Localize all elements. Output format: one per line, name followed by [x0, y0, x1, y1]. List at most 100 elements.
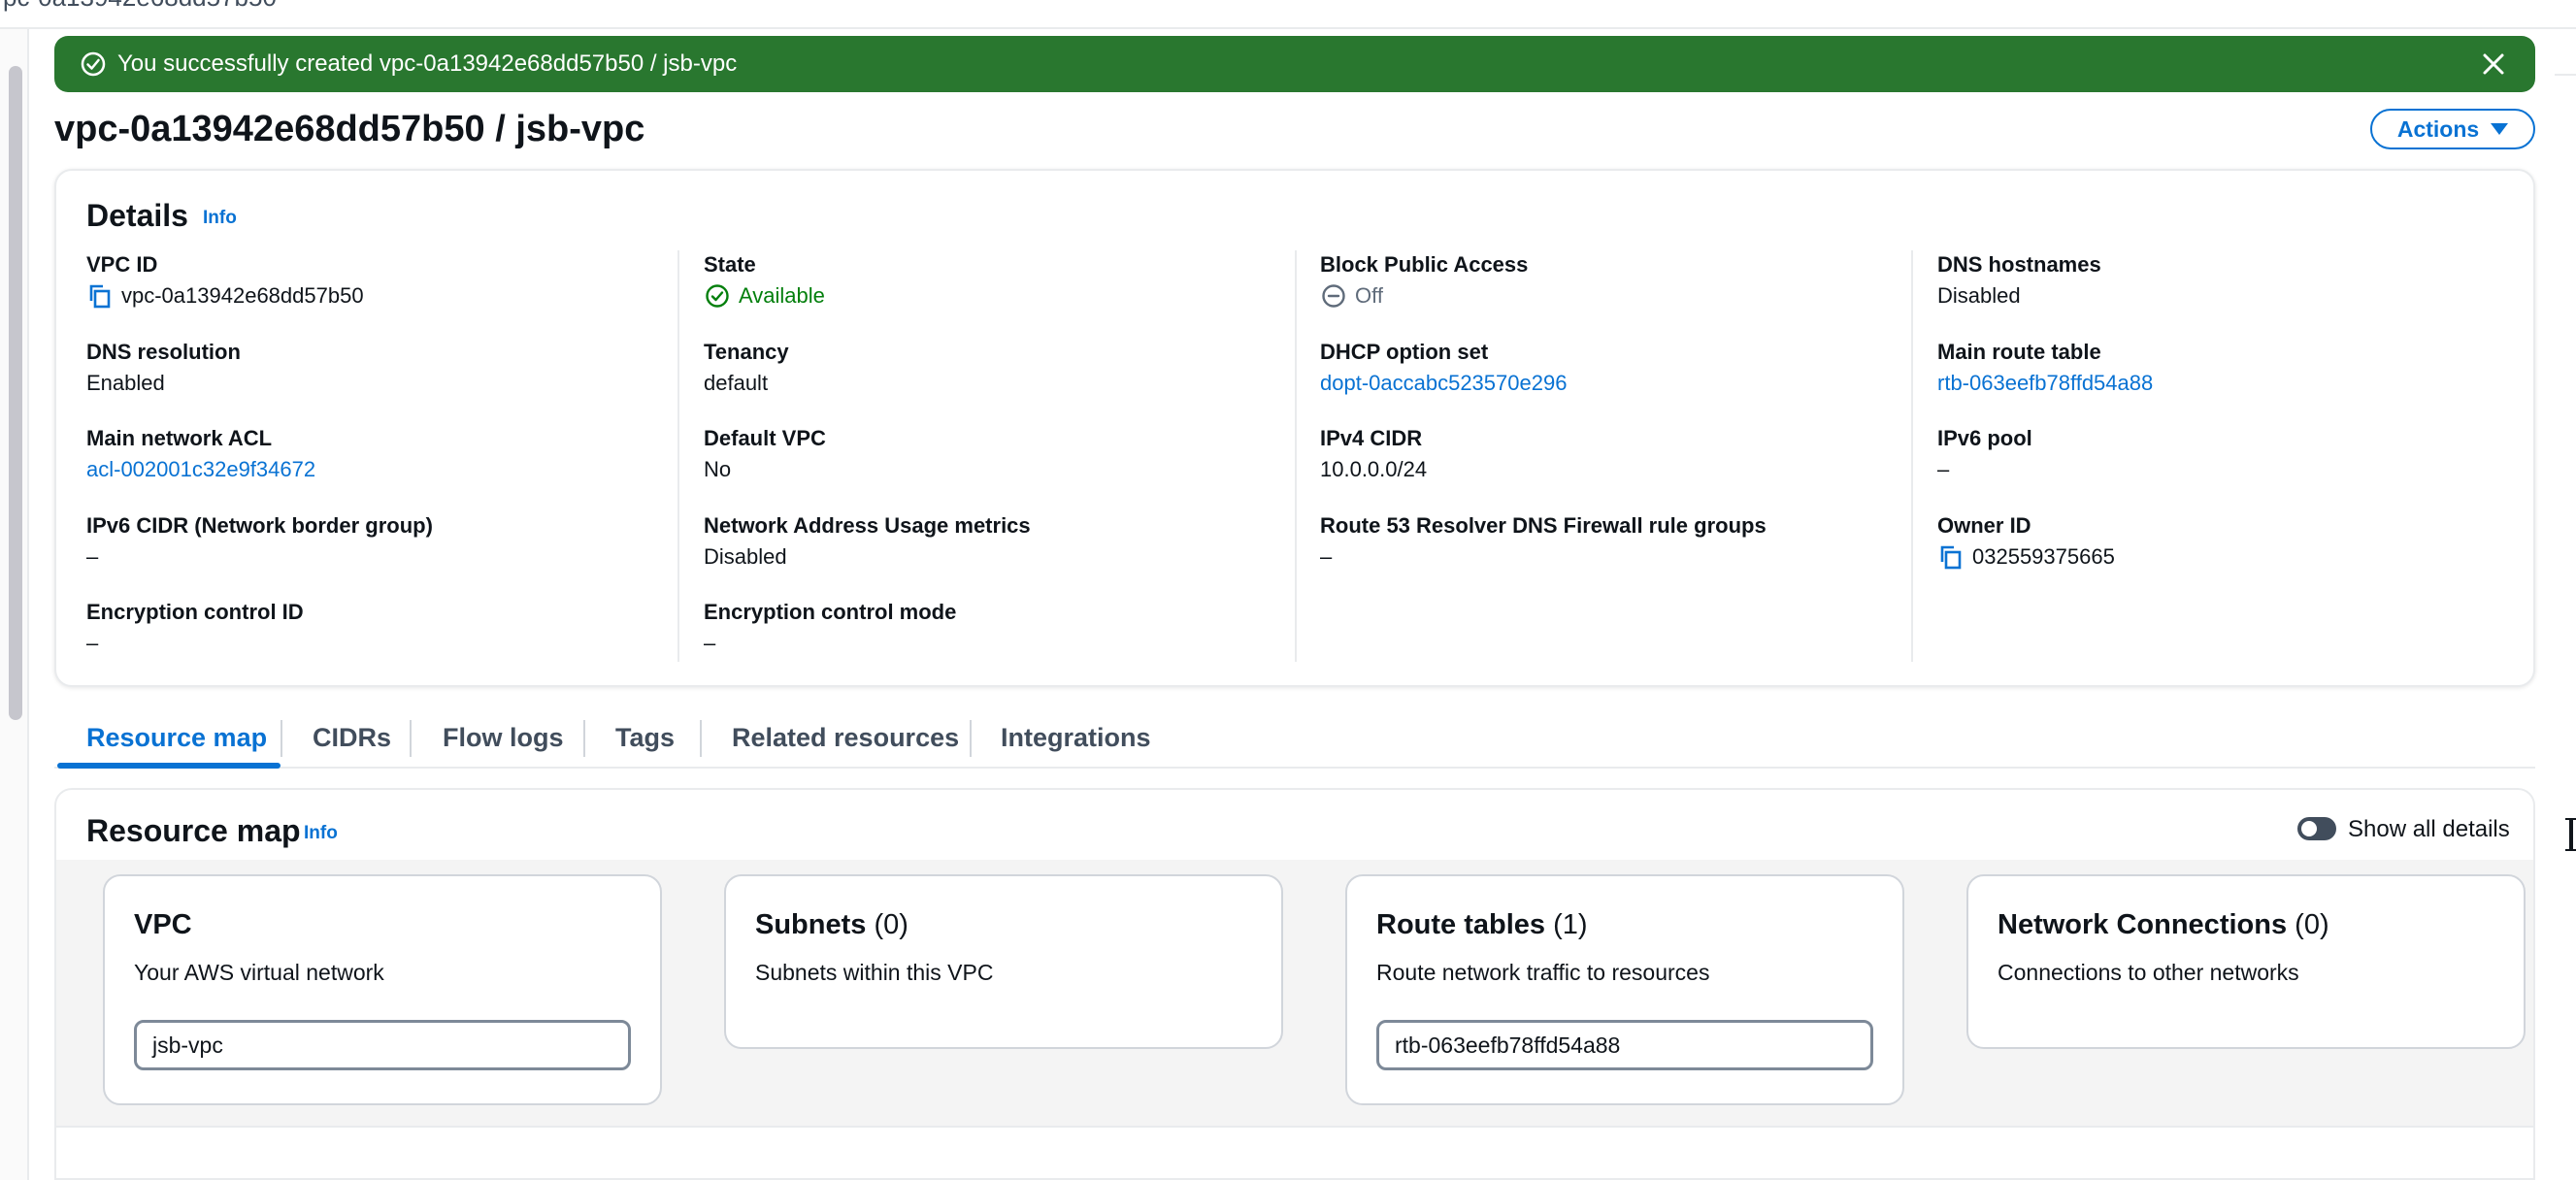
field-value: No: [704, 457, 732, 481]
details-info-link[interactable]: Info: [203, 208, 237, 229]
show-all-details-label: Show all details: [2348, 816, 2510, 842]
details-column-3: Block Public Access Off DHCP option set …: [1320, 250, 1902, 662]
tab-resource-map[interactable]: Resource map: [86, 710, 267, 769]
field-value: Off: [1320, 281, 1883, 311]
field-label: Network Address Usage metrics: [704, 513, 1031, 538]
field-route53-resolver: Route 53 Resolver DNS Firewall rule grou…: [1320, 511, 1883, 572]
copy-icon[interactable]: [86, 282, 114, 310]
field-value: default: [704, 371, 769, 395]
tab-cidrs[interactable]: CIDRs: [313, 710, 391, 769]
vpc-card: VPC Your AWS virtual network jsb-vpc: [103, 874, 662, 1105]
tab-separator: [410, 720, 412, 757]
field-value: –: [86, 544, 99, 569]
field-block-public-access: Block Public Access Off: [1320, 250, 1883, 311]
field-value: –: [1320, 544, 1333, 569]
field-main-route-table: Main route table rtb-063eefb78ffd54a88: [1937, 338, 2500, 398]
card-title-text: Network Connections: [1998, 909, 2288, 940]
card-title-text: Route tables: [1376, 909, 1546, 940]
vpc-item[interactable]: jsb-vpc: [134, 1020, 631, 1070]
dhcp-option-set-link[interactable]: dopt-0accabc523570e296: [1320, 369, 1883, 398]
column-divider: [677, 250, 679, 662]
resource-map-info-link[interactable]: Info: [304, 823, 338, 844]
field-ipv6-cidr: IPv6 CIDR (Network border group) –: [86, 511, 649, 572]
field-label: Tenancy: [704, 340, 789, 364]
field-dns-hostnames: DNS hostnames Disabled: [1937, 250, 2500, 311]
tab-separator: [970, 720, 972, 757]
copy-icon[interactable]: [1937, 543, 1965, 571]
field-vpc-id: VPC ID vpc-0a13942e68dd57b50: [86, 250, 649, 311]
details-column-4: DNS hostnames Disabled Main route table …: [1937, 250, 2520, 662]
tab-integrations[interactable]: Integrations: [1001, 710, 1151, 769]
field-value: Enabled: [86, 371, 165, 395]
card-subtitle: Subnets within this VPC: [755, 960, 994, 985]
text-cursor-icon: [2565, 818, 2576, 851]
status-off-icon: [1322, 284, 1345, 308]
show-all-details-toggle[interactable]: [2297, 817, 2336, 840]
network-connections-card: Network Connections (0) Connections to o…: [1966, 874, 2526, 1049]
caret-down-icon: [2491, 123, 2509, 135]
card-subtitle: Your AWS virtual network: [134, 960, 384, 985]
tab-separator: [700, 720, 702, 757]
tab-separator: [583, 720, 585, 757]
tab-separator: [281, 720, 282, 757]
field-value: Disabled: [704, 544, 787, 569]
details-title: Details: [86, 198, 188, 233]
card-subtitle: Route network traffic to resources: [1376, 960, 1710, 985]
field-label: DHCP option set: [1320, 340, 1489, 364]
card-title: Network Connections (0): [1998, 909, 2329, 941]
card-count: (0): [874, 909, 908, 940]
field-value: vpc-0a13942e68dd57b50: [86, 281, 649, 311]
field-label: Encryption control mode: [704, 600, 957, 624]
field-value: –: [86, 631, 99, 655]
card-count: (0): [2295, 909, 2329, 940]
field-dhcp-option-set: DHCP option set dopt-0accabc523570e296: [1320, 338, 1883, 398]
vpc-id-value: vpc-0a13942e68dd57b50: [121, 283, 364, 308]
field-default-vpc: Default VPC No: [704, 424, 1267, 484]
field-label: Block Public Access: [1320, 252, 1529, 277]
field-label: Default VPC: [704, 426, 826, 450]
status-available-icon: [706, 284, 729, 308]
field-label: Main network ACL: [86, 426, 273, 450]
field-value: Disabled: [1937, 283, 2021, 308]
scrollbar-thumb[interactable]: [9, 66, 22, 720]
top-breadcrumb: vpc-0a13942e68dd57b50: [0, 0, 277, 13]
scrollbar-track[interactable]: [0, 29, 29, 1180]
field-ipv4-cidr: IPv4 CIDR 10.0.0.0/24: [1320, 424, 1883, 484]
page-title: vpc-0a13942e68dd57b50 / jsb-vpc: [54, 109, 645, 149]
flash-message: You successfully created vpc-0a13942e68d…: [117, 50, 738, 77]
route-tables-card: Route tables (1) Route network traffic t…: [1345, 874, 1904, 1105]
card-title-text: Subnets: [755, 909, 867, 940]
card-title-text: VPC: [134, 909, 192, 940]
route-table-item[interactable]: rtb-063eefb78ffd54a88: [1376, 1020, 1873, 1070]
actions-label: Actions: [2396, 115, 2480, 142]
field-dns-resolution: DNS resolution Enabled: [86, 338, 649, 398]
field-main-network-acl: Main network ACL acl-002001c32e9f34672: [86, 424, 649, 484]
field-value: 10.0.0.0/24: [1320, 457, 1428, 481]
field-label: IPv6 CIDR (Network border group): [86, 513, 433, 538]
subnets-card: Subnets (0) Subnets within this VPC: [724, 874, 1283, 1049]
field-label: DNS resolution: [86, 340, 241, 364]
main-network-acl-link[interactable]: acl-002001c32e9f34672: [86, 455, 649, 484]
card-count: (1): [1553, 909, 1588, 940]
tab-related-resources[interactable]: Related resources: [732, 710, 959, 769]
divider: [2555, 74, 2576, 76]
field-state: State Available: [704, 250, 1267, 311]
main-route-table-link[interactable]: rtb-063eefb78ffd54a88: [1937, 369, 2500, 398]
card-title: Subnets (0): [755, 909, 908, 941]
field-label: IPv4 CIDR: [1320, 426, 1423, 450]
tab-tags[interactable]: Tags: [615, 710, 675, 769]
tab-flow-logs[interactable]: Flow logs: [443, 710, 564, 769]
owner-id-value: 032559375665: [1972, 544, 2115, 569]
active-tab-indicator: [57, 763, 281, 769]
field-label: DNS hostnames: [1937, 252, 2101, 277]
success-check-icon: [81, 51, 106, 77]
field-encryption-control-id: Encryption control ID –: [86, 598, 649, 658]
actions-button[interactable]: Actions: [2370, 109, 2535, 149]
field-label: Main route table: [1937, 340, 2101, 364]
field-value: –: [704, 631, 716, 655]
block-public-access-value: Off: [1355, 283, 1383, 308]
card-subtitle: Connections to other networks: [1998, 960, 2299, 985]
field-value: Available: [704, 281, 1267, 311]
field-label: State: [704, 252, 756, 277]
close-icon[interactable]: [2479, 49, 2508, 79]
